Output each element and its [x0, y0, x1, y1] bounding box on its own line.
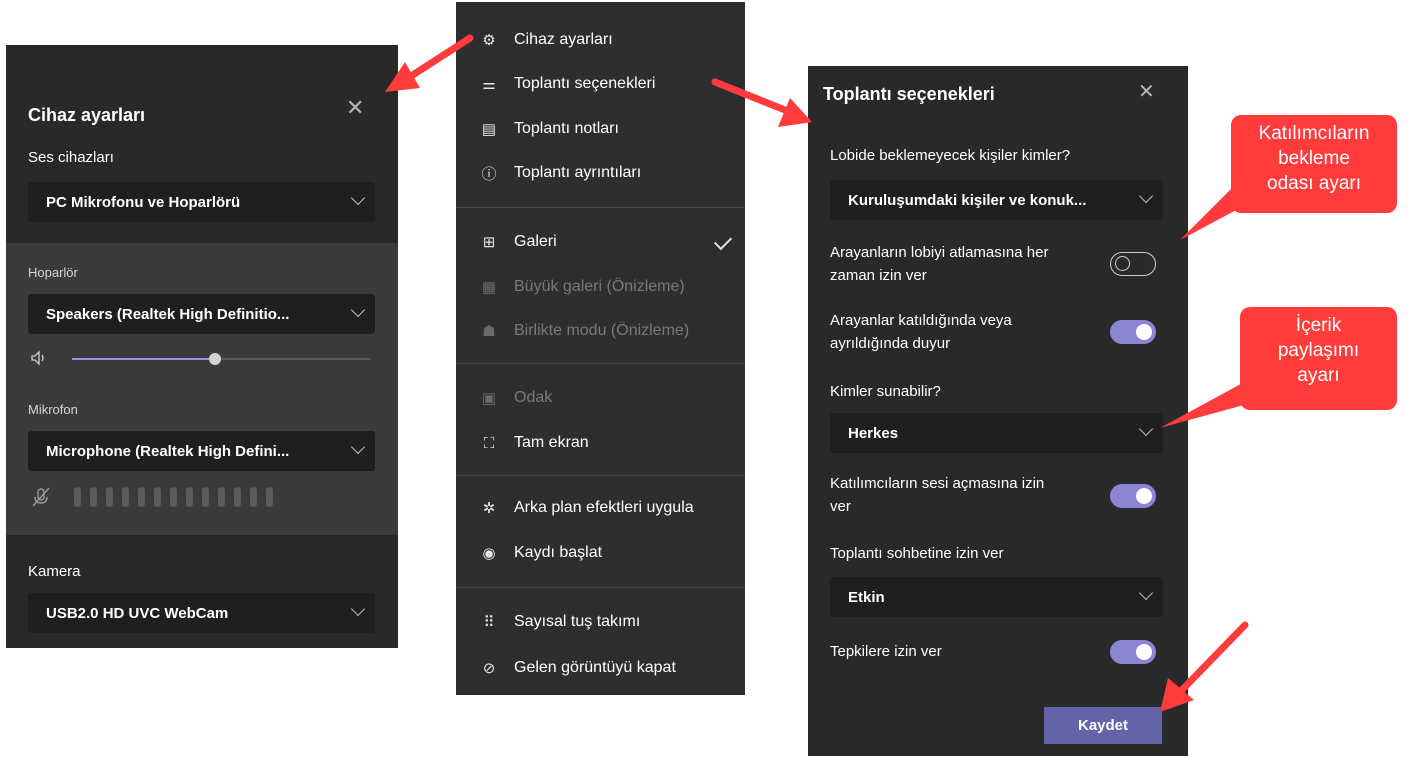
callout-tail [1180, 180, 1255, 240]
annotation-arrows [385, 34, 1262, 712]
callout-tail [1160, 380, 1262, 428]
arrow-to-device-settings [401, 34, 474, 84]
arrow-to-save [1176, 621, 1249, 696]
arrow-to-meeting-options [711, 78, 794, 116]
